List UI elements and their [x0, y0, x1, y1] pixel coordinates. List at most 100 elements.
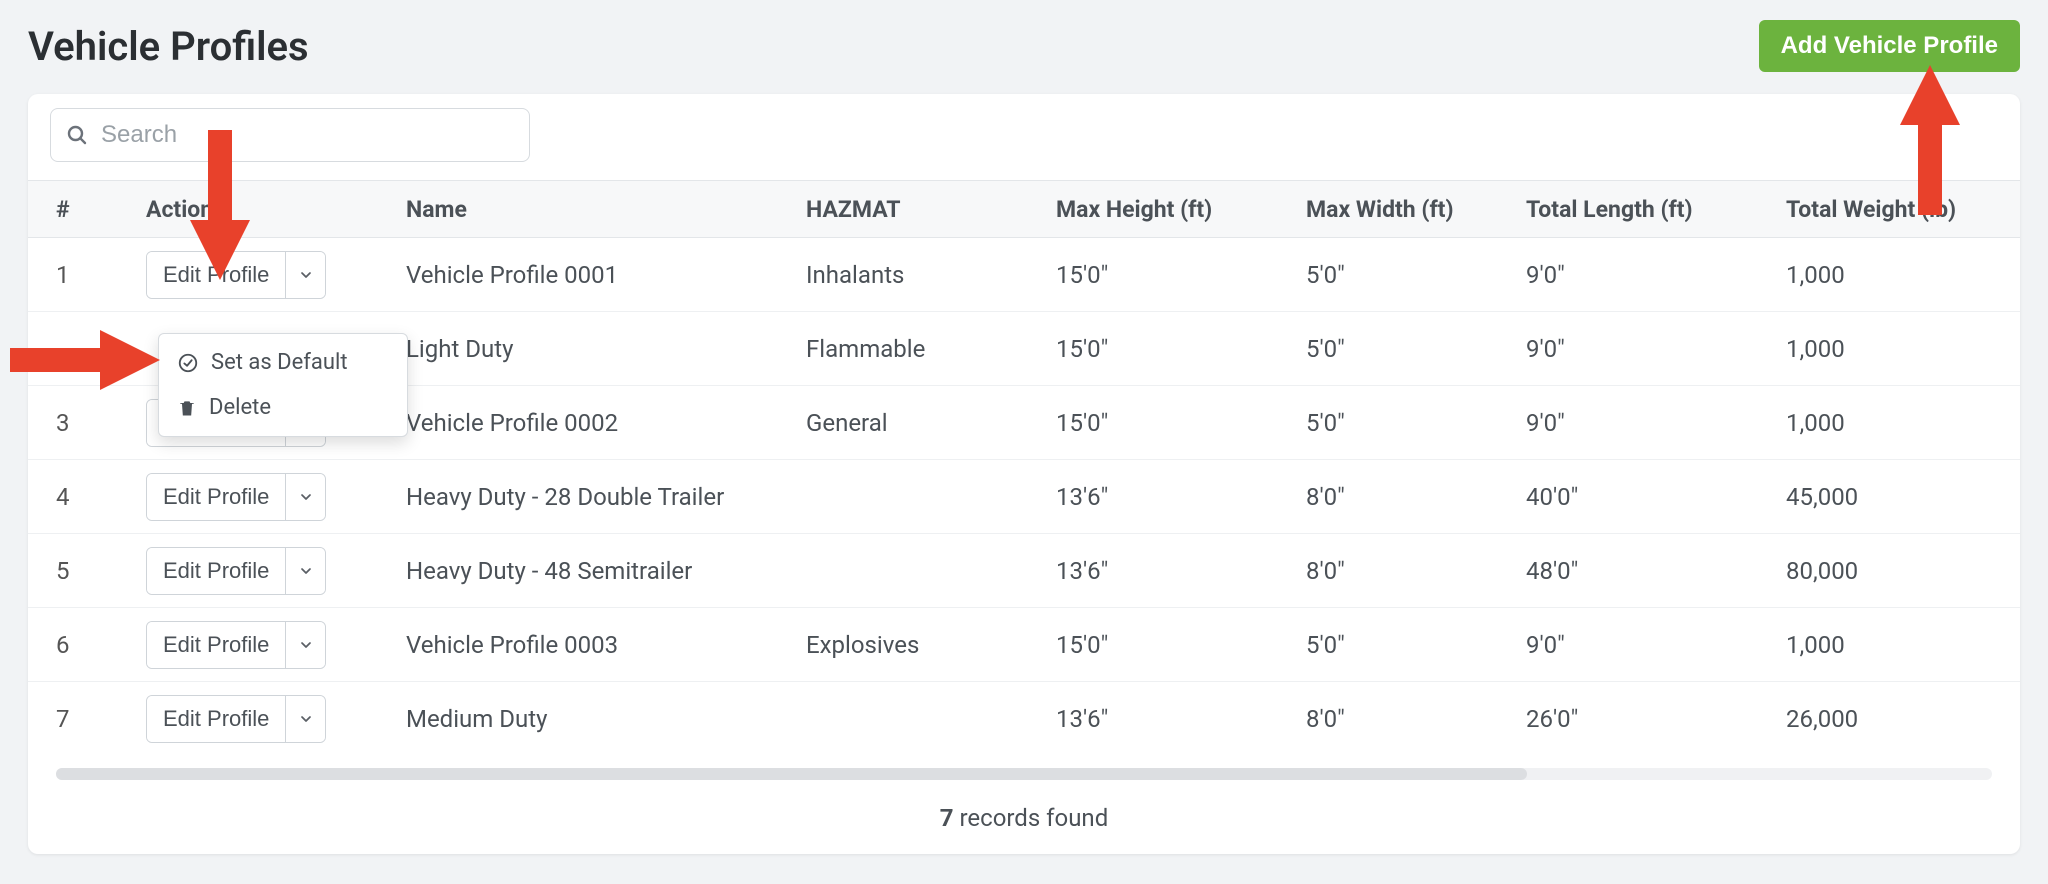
chevron-down-icon	[298, 711, 314, 727]
cell-total-weight: 26,000	[1786, 705, 2048, 733]
cell-name: Medium Duty	[406, 705, 806, 733]
records-count: 7	[940, 804, 954, 832]
cell-hazmat: Explosives	[806, 631, 1056, 659]
cell-name: Vehicle Profile 0001	[406, 261, 806, 289]
cell-total-length: 26'0"	[1526, 705, 1786, 733]
edit-profile-split: Edit Profile	[146, 621, 326, 669]
edit-profile-button[interactable]: Edit Profile	[147, 548, 285, 594]
edit-profile-split: Edit Profile	[146, 695, 326, 743]
profiles-card: # Actions Name HAZMAT Max Height (ft) Ma…	[28, 94, 2020, 854]
records-suffix: records found	[954, 804, 1109, 832]
col-max-width: Max Width (ft)	[1306, 196, 1526, 223]
cell-max-width: 8'0"	[1306, 557, 1526, 585]
cell-total-weight: 80,000	[1786, 557, 2048, 585]
cell-total-weight: 1,000	[1786, 261, 2048, 289]
row-index: 3	[56, 409, 146, 437]
row-index: 5	[56, 557, 146, 585]
col-name: Name	[406, 196, 806, 223]
edit-profile-button[interactable]: Edit Profile	[147, 474, 285, 520]
chevron-down-icon	[298, 637, 314, 653]
col-max-height: Max Height (ft)	[1056, 196, 1306, 223]
set-as-default-label: Set as Default	[211, 350, 348, 375]
cell-total-weight: 1,000	[1786, 409, 2048, 437]
table-row: 4Edit Profile Heavy Duty - 28 Double Trai…	[28, 460, 2020, 534]
edit-profile-split: Edit Profile	[146, 473, 326, 521]
search-input-wrap[interactable]	[50, 108, 530, 162]
row-index: 4	[56, 483, 146, 511]
table-header: # Actions Name HAZMAT Max Height (ft) Ma…	[28, 180, 2020, 238]
table-row: 1Edit Profile Vehicle Profile 0001Inhalan…	[28, 238, 2020, 312]
edit-profile-caret[interactable]	[285, 252, 325, 298]
cell-name: Heavy Duty - 48 Semitrailer	[406, 557, 806, 585]
row-actions: Edit Profile	[146, 251, 406, 299]
row-actions: Edit Profile	[146, 547, 406, 595]
records-footer: 7 records found	[28, 780, 2020, 842]
set-as-default-item[interactable]: Set as Default	[159, 340, 407, 385]
cell-max-width: 5'0"	[1306, 631, 1526, 659]
cell-max-width: 5'0"	[1306, 335, 1526, 363]
table-row: 7Edit ProfileMedium Duty13'6"8'0"26'0"26…	[28, 682, 2020, 756]
cell-total-length: 9'0"	[1526, 335, 1786, 363]
row-actions: Edit Profile	[146, 695, 406, 743]
edit-profile-button[interactable]: Edit Profile	[147, 252, 285, 298]
cell-max-height: 13'6"	[1056, 483, 1306, 511]
row-actions: Edit Profile	[146, 621, 406, 669]
delete-item[interactable]: Delete	[159, 385, 407, 430]
chevron-down-icon	[298, 267, 314, 283]
cell-name: Light Duty	[406, 335, 806, 363]
row-index: 7	[56, 705, 146, 733]
page-header: Vehicle Profiles Add Vehicle Profile	[28, 20, 2020, 72]
scroll-thumb[interactable]	[56, 768, 1527, 780]
edit-profile-caret[interactable]	[285, 622, 325, 668]
col-index: #	[56, 196, 146, 223]
table-row: 5Edit Profile Heavy Duty - 48 Semitrailer…	[28, 534, 2020, 608]
cell-max-height: 15'0"	[1056, 409, 1306, 437]
cell-hazmat: General	[806, 409, 1056, 437]
add-vehicle-profile-button[interactable]: Add Vehicle Profile	[1759, 20, 2020, 72]
chevron-down-icon	[298, 563, 314, 579]
edit-profile-button[interactable]: Edit Profile	[147, 622, 285, 668]
trash-icon	[177, 397, 197, 419]
edit-profile-button[interactable]: Edit Profile	[147, 696, 285, 742]
cell-name: Heavy Duty - 28 Double Trailer	[406, 483, 806, 511]
edit-profile-split: Edit Profile	[146, 251, 326, 299]
edit-profile-split: Edit Profile	[146, 547, 326, 595]
table-row: 6Edit Profile Vehicle Profile 0003Explosi…	[28, 608, 2020, 682]
chevron-down-icon	[298, 489, 314, 505]
cell-max-width: 5'0"	[1306, 261, 1526, 289]
horizontal-scrollbar[interactable]	[56, 768, 1992, 780]
cell-max-height: 15'0"	[1056, 335, 1306, 363]
cell-total-length: 40'0"	[1526, 483, 1786, 511]
cell-max-width: 5'0"	[1306, 409, 1526, 437]
check-circle-icon	[177, 352, 199, 374]
cell-total-length: 9'0"	[1526, 631, 1786, 659]
cell-max-height: 13'6"	[1056, 557, 1306, 585]
cell-max-width: 8'0"	[1306, 483, 1526, 511]
col-actions: Actions	[146, 196, 406, 223]
cell-max-height: 15'0"	[1056, 631, 1306, 659]
delete-label: Delete	[209, 395, 271, 420]
edit-profile-caret[interactable]	[285, 696, 325, 742]
cell-name: Vehicle Profile 0003	[406, 631, 806, 659]
edit-profile-caret[interactable]	[285, 474, 325, 520]
table-body: 1Edit ProfileVehicle Profile 0001Inhalan…	[28, 238, 2020, 756]
cell-max-height: 15'0"	[1056, 261, 1306, 289]
search-input[interactable]	[99, 120, 515, 150]
row-actions: Edit Profile	[146, 473, 406, 521]
cell-total-weight: 45,000	[1786, 483, 2048, 511]
edit-profile-caret[interactable]	[285, 548, 325, 594]
cell-total-length: 9'0"	[1526, 261, 1786, 289]
col-total-length: Total Length (ft)	[1526, 196, 1786, 223]
cell-name: Vehicle Profile 0002	[406, 409, 806, 437]
cell-total-weight: 1,000	[1786, 631, 2048, 659]
cell-total-length: 9'0"	[1526, 409, 1786, 437]
cell-hazmat: Flammable	[806, 335, 1056, 363]
page-title: Vehicle Profiles	[28, 23, 309, 70]
actions-dropdown: Set as Default Delete	[158, 333, 408, 437]
search-icon	[65, 123, 89, 147]
cell-hazmat: Inhalants	[806, 261, 1056, 289]
row-index: 1	[56, 261, 146, 289]
col-hazmat: HAZMAT	[806, 196, 1056, 223]
cell-total-length: 48'0"	[1526, 557, 1786, 585]
row-index: 6	[56, 631, 146, 659]
